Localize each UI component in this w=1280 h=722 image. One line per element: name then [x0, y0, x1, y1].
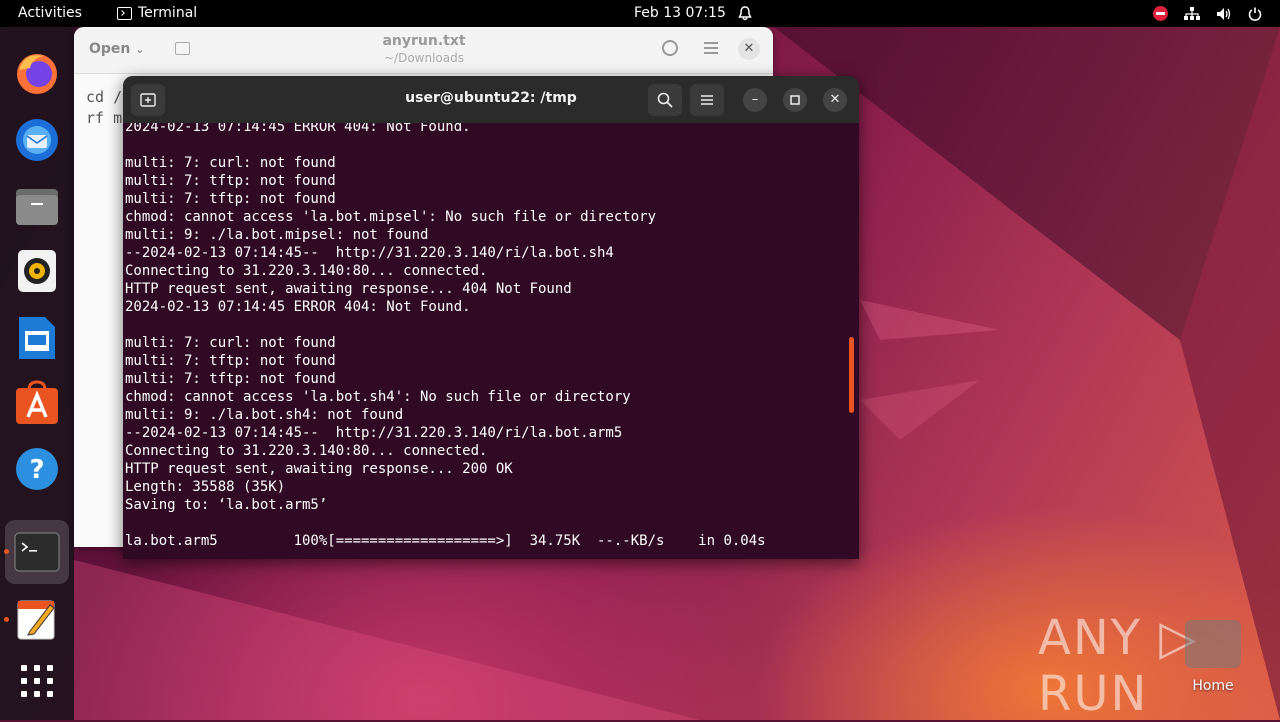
dock-files[interactable]	[11, 180, 63, 232]
dock-terminal[interactable]	[5, 520, 69, 584]
clock[interactable]: Feb 13 07:15	[634, 0, 726, 27]
new-tab-button[interactable]	[131, 84, 165, 116]
terminal-line: 2024-02-13 07:14:45 ERROR 404: Not Found…	[125, 123, 471, 135]
top-bar: Activities Terminal Feb 13 07:15	[0, 0, 1280, 27]
terminal-line: multi: 7: tftp: not found	[125, 191, 336, 207]
app-menu-label: Terminal	[138, 5, 198, 21]
home-folder-icon[interactable]	[1185, 620, 1241, 668]
volume-icon	[1217, 7, 1231, 20]
close-button[interactable]: ✕	[823, 88, 847, 112]
terminal-app-icon	[14, 532, 60, 572]
menu-button[interactable]	[690, 84, 724, 116]
terminal-line: multi: 9: ./la.bot.mipsel: not found	[125, 227, 429, 243]
dock-software[interactable]	[11, 377, 63, 429]
editor-line: rf m	[86, 109, 123, 127]
rhythmbox-icon	[18, 250, 56, 292]
show-applications-button[interactable]	[11, 655, 63, 707]
activities-button[interactable]: Activities	[18, 0, 82, 27]
network-icon	[1184, 6, 1200, 20]
help-icon: ?	[16, 448, 58, 490]
dock-help[interactable]: ?	[11, 443, 63, 495]
dock-rhythmbox[interactable]	[11, 245, 63, 297]
close-button[interactable]: ✕	[738, 38, 760, 60]
document-title: anyrun.txt	[382, 33, 466, 49]
terminal-title: user@ubuntu22: /tmp	[405, 90, 577, 106]
terminal-line: --2024-02-13 07:14:45-- http://31.220.3.…	[125, 425, 623, 441]
system-tray[interactable]	[1153, 0, 1262, 27]
stop-icon[interactable]	[1153, 6, 1168, 21]
search-icon	[657, 92, 673, 108]
dock-writer[interactable]	[11, 312, 63, 364]
maximize-button[interactable]	[783, 88, 807, 112]
terminal-line: chmod: cannot access 'la.bot.mipsel': No…	[125, 209, 657, 225]
menu-icon[interactable]	[704, 42, 718, 54]
terminal-line: multi: 7: curl: not found	[125, 155, 336, 171]
files-icon	[16, 189, 58, 225]
terminal-line: Saving to: ‘la.bot.arm5’	[125, 497, 328, 513]
software-icon	[16, 380, 58, 424]
app-menu[interactable]: Terminal	[117, 0, 197, 27]
document-path: ~/Downloads	[384, 51, 464, 65]
svg-text:?: ?	[29, 455, 44, 485]
text-editor-icon	[17, 600, 55, 640]
gear-icon[interactable]	[662, 40, 678, 56]
editor-text-area[interactable]: cd / rf m	[86, 87, 122, 129]
terminal-line: multi: 7: curl: not found	[125, 335, 336, 351]
writer-icon	[19, 317, 55, 359]
power-icon	[1248, 7, 1262, 21]
firefox-icon	[17, 54, 57, 94]
minimize-button[interactable]: –	[743, 88, 767, 112]
terminal-output[interactable]: 2024-02-13 07:14:45 ERROR 404: Not Found…	[123, 123, 859, 559]
terminal-icon	[117, 7, 132, 20]
terminal-line: multi: 7: tftp: not found	[125, 173, 336, 189]
notification-bell-icon[interactable]	[738, 0, 752, 27]
terminal-line: Connecting to 31.220.3.140:80... connect…	[125, 263, 488, 279]
thunderbird-icon	[16, 119, 58, 161]
terminal-line: HTTP request sent, awaiting response... …	[125, 461, 513, 477]
terminal-line: chmod: cannot access 'la.bot.sh4': No su…	[125, 389, 631, 405]
terminal-lines: 2024-02-13 07:14:45 ERROR 404: Not Found…	[125, 123, 766, 550]
terminal-line: Connecting to 31.220.3.140:80... connect…	[125, 443, 488, 459]
terminal-line: HTTP request sent, awaiting response... …	[125, 281, 572, 297]
open-button[interactable]: Open ⌄	[89, 41, 144, 57]
terminal-line: multi: 7: tftp: not found	[125, 371, 336, 387]
search-button[interactable]	[648, 84, 682, 116]
dock-thunderbird[interactable]	[11, 113, 63, 165]
terminal-line: multi: 9: ./la.bot.sh4: not found	[125, 407, 404, 423]
terminal-line: Length: 35588 (35K)	[125, 479, 286, 495]
dock-text-editor[interactable]	[11, 593, 63, 645]
dock-firefox[interactable]	[11, 47, 63, 99]
running-indicator	[4, 549, 9, 554]
terminal-window[interactable]: user@ubuntu22: /tmp – ✕ 2024-02-13 07:14…	[123, 76, 859, 559]
terminal-line: multi: 7: tftp: not found	[125, 353, 336, 369]
scrollbar[interactable]	[849, 337, 854, 413]
new-tab-icon	[140, 93, 156, 107]
terminal-headerbar: user@ubuntu22: /tmp – ✕	[123, 76, 859, 123]
terminal-line: --2024-02-13 07:14:45-- http://31.220.3.…	[125, 245, 614, 261]
hamburger-icon	[701, 95, 713, 105]
editor-headerbar: Open ⌄ anyrun.txt ~/Downloads ✕	[74, 27, 773, 74]
editor-line: cd /	[86, 88, 123, 106]
watermark: ANY ▷ RUN	[1038, 610, 1199, 722]
new-tab-icon[interactable]	[175, 42, 190, 55]
open-button-label: Open	[89, 41, 131, 57]
terminal-line: la.bot.arm5 100%[===================>] 3…	[125, 533, 766, 549]
maximize-icon	[790, 95, 800, 105]
home-label: Home	[1192, 678, 1234, 694]
app-grid-icon	[21, 665, 53, 697]
dock: ?	[0, 27, 74, 720]
terminal-line: 2024-02-13 07:14:45 ERROR 404: Not Found…	[125, 299, 471, 315]
chevron-down-icon: ⌄	[135, 43, 145, 56]
running-indicator	[4, 617, 9, 622]
